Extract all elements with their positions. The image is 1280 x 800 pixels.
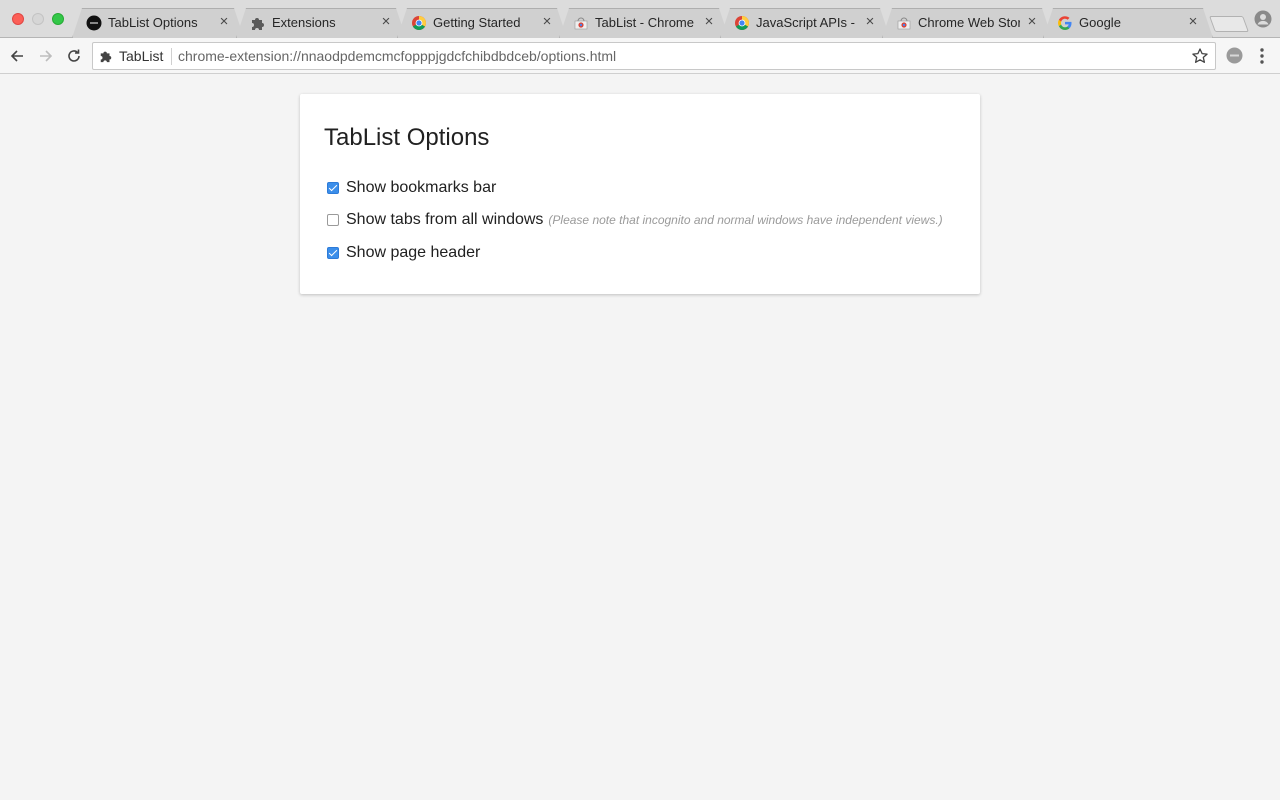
all-windows-checkbox[interactable]: [327, 214, 339, 226]
chrome-icon: [735, 16, 749, 30]
google-icon: [1058, 16, 1072, 30]
forward-arrow-icon: [40, 50, 53, 62]
tab-title: Extensions: [272, 15, 336, 30]
option-note: (Please note that incognito and normal w…: [548, 213, 943, 227]
url-text[interactable]: chrome-extension://nnaodpdemcmcfopppjgdc…: [178, 48, 616, 65]
option-show-tabs-all-windows[interactable]: Show tabs from all windows (Please note …: [327, 210, 943, 230]
page-title: TabList Options: [324, 124, 490, 151]
option-show-bookmarks-bar[interactable]: Show bookmarks bar: [327, 178, 496, 198]
browser-toolbar: TabList chrome-extension://nnaodpdemcmcf…: [0, 38, 1280, 74]
bookmarks-bar-checkbox[interactable]: [327, 182, 339, 194]
back-button[interactable]: [7, 46, 27, 66]
tab-chrome-web-store[interactable]: Chrome Web Store ×: [882, 8, 1052, 38]
option-show-page-header[interactable]: Show page header: [327, 243, 480, 263]
minimize-window-button[interactable]: [32, 13, 44, 25]
new-tab-button[interactable]: [1209, 16, 1249, 32]
menu-dots-icon[interactable]: [1254, 46, 1270, 66]
options-card: TabList Options Show bookmarks bar Show …: [300, 94, 980, 294]
tab-strip: TabList Options × Extensions × Getting S…: [0, 0, 1280, 38]
extension-toolbar-icon[interactable]: [1226, 47, 1243, 64]
chip-divider: [171, 48, 172, 65]
chrome-icon: [412, 16, 426, 30]
tab-tablist-options[interactable]: TabList Options ×: [72, 8, 244, 38]
tab-close-button[interactable]: ×: [539, 14, 555, 30]
tab-extensions[interactable]: Extensions ×: [236, 8, 406, 38]
page-header-checkbox[interactable]: [327, 247, 339, 259]
tab-title: Google: [1079, 15, 1121, 30]
maximize-window-button[interactable]: [52, 13, 64, 25]
option-label: Show bookmarks bar: [346, 179, 497, 196]
web-store-icon: [574, 17, 588, 30]
tab-tablist-webstore[interactable]: TabList - Chrome W ×: [559, 8, 729, 38]
tab-close-button[interactable]: ×: [378, 14, 394, 30]
tab-close-button[interactable]: ×: [701, 14, 717, 30]
tab-title: TabList Options: [108, 15, 198, 30]
back-arrow-icon: [10, 50, 23, 62]
reload-icon: [68, 49, 80, 62]
tab-javascript-apis[interactable]: JavaScript APIs - G ×: [720, 8, 890, 38]
tab-google[interactable]: Google ×: [1043, 8, 1213, 38]
reload-button[interactable]: [64, 46, 84, 66]
tab-close-button[interactable]: ×: [862, 14, 878, 30]
profile-icon[interactable]: [1254, 10, 1272, 28]
close-window-button[interactable]: [12, 13, 24, 25]
option-label: Show tabs from all windows: [346, 211, 544, 228]
puzzle-icon: [252, 18, 264, 30]
extension-chip-label[interactable]: TabList: [119, 48, 163, 65]
tablist-logo-icon: [86, 15, 102, 31]
tab-close-button[interactable]: ×: [1185, 14, 1201, 30]
tab-title: JavaScript APIs - G: [756, 15, 858, 30]
tab-close-button[interactable]: ×: [1024, 14, 1040, 30]
address-bar[interactable]: TabList chrome-extension://nnaodpdemcmcf…: [92, 42, 1216, 70]
tab-getting-started[interactable]: Getting Started ×: [397, 8, 567, 38]
forward-button[interactable]: [36, 46, 56, 66]
tab-title: Chrome Web Store: [918, 15, 1020, 30]
tab-close-button[interactable]: ×: [216, 14, 232, 30]
option-label: Show page header: [346, 244, 481, 261]
bookmark-star-icon[interactable]: [1191, 47, 1209, 65]
web-store-icon: [897, 17, 911, 30]
puzzle-icon: [100, 51, 112, 63]
tab-title: TabList - Chrome W: [595, 15, 697, 30]
tab-title: Getting Started: [433, 15, 521, 30]
